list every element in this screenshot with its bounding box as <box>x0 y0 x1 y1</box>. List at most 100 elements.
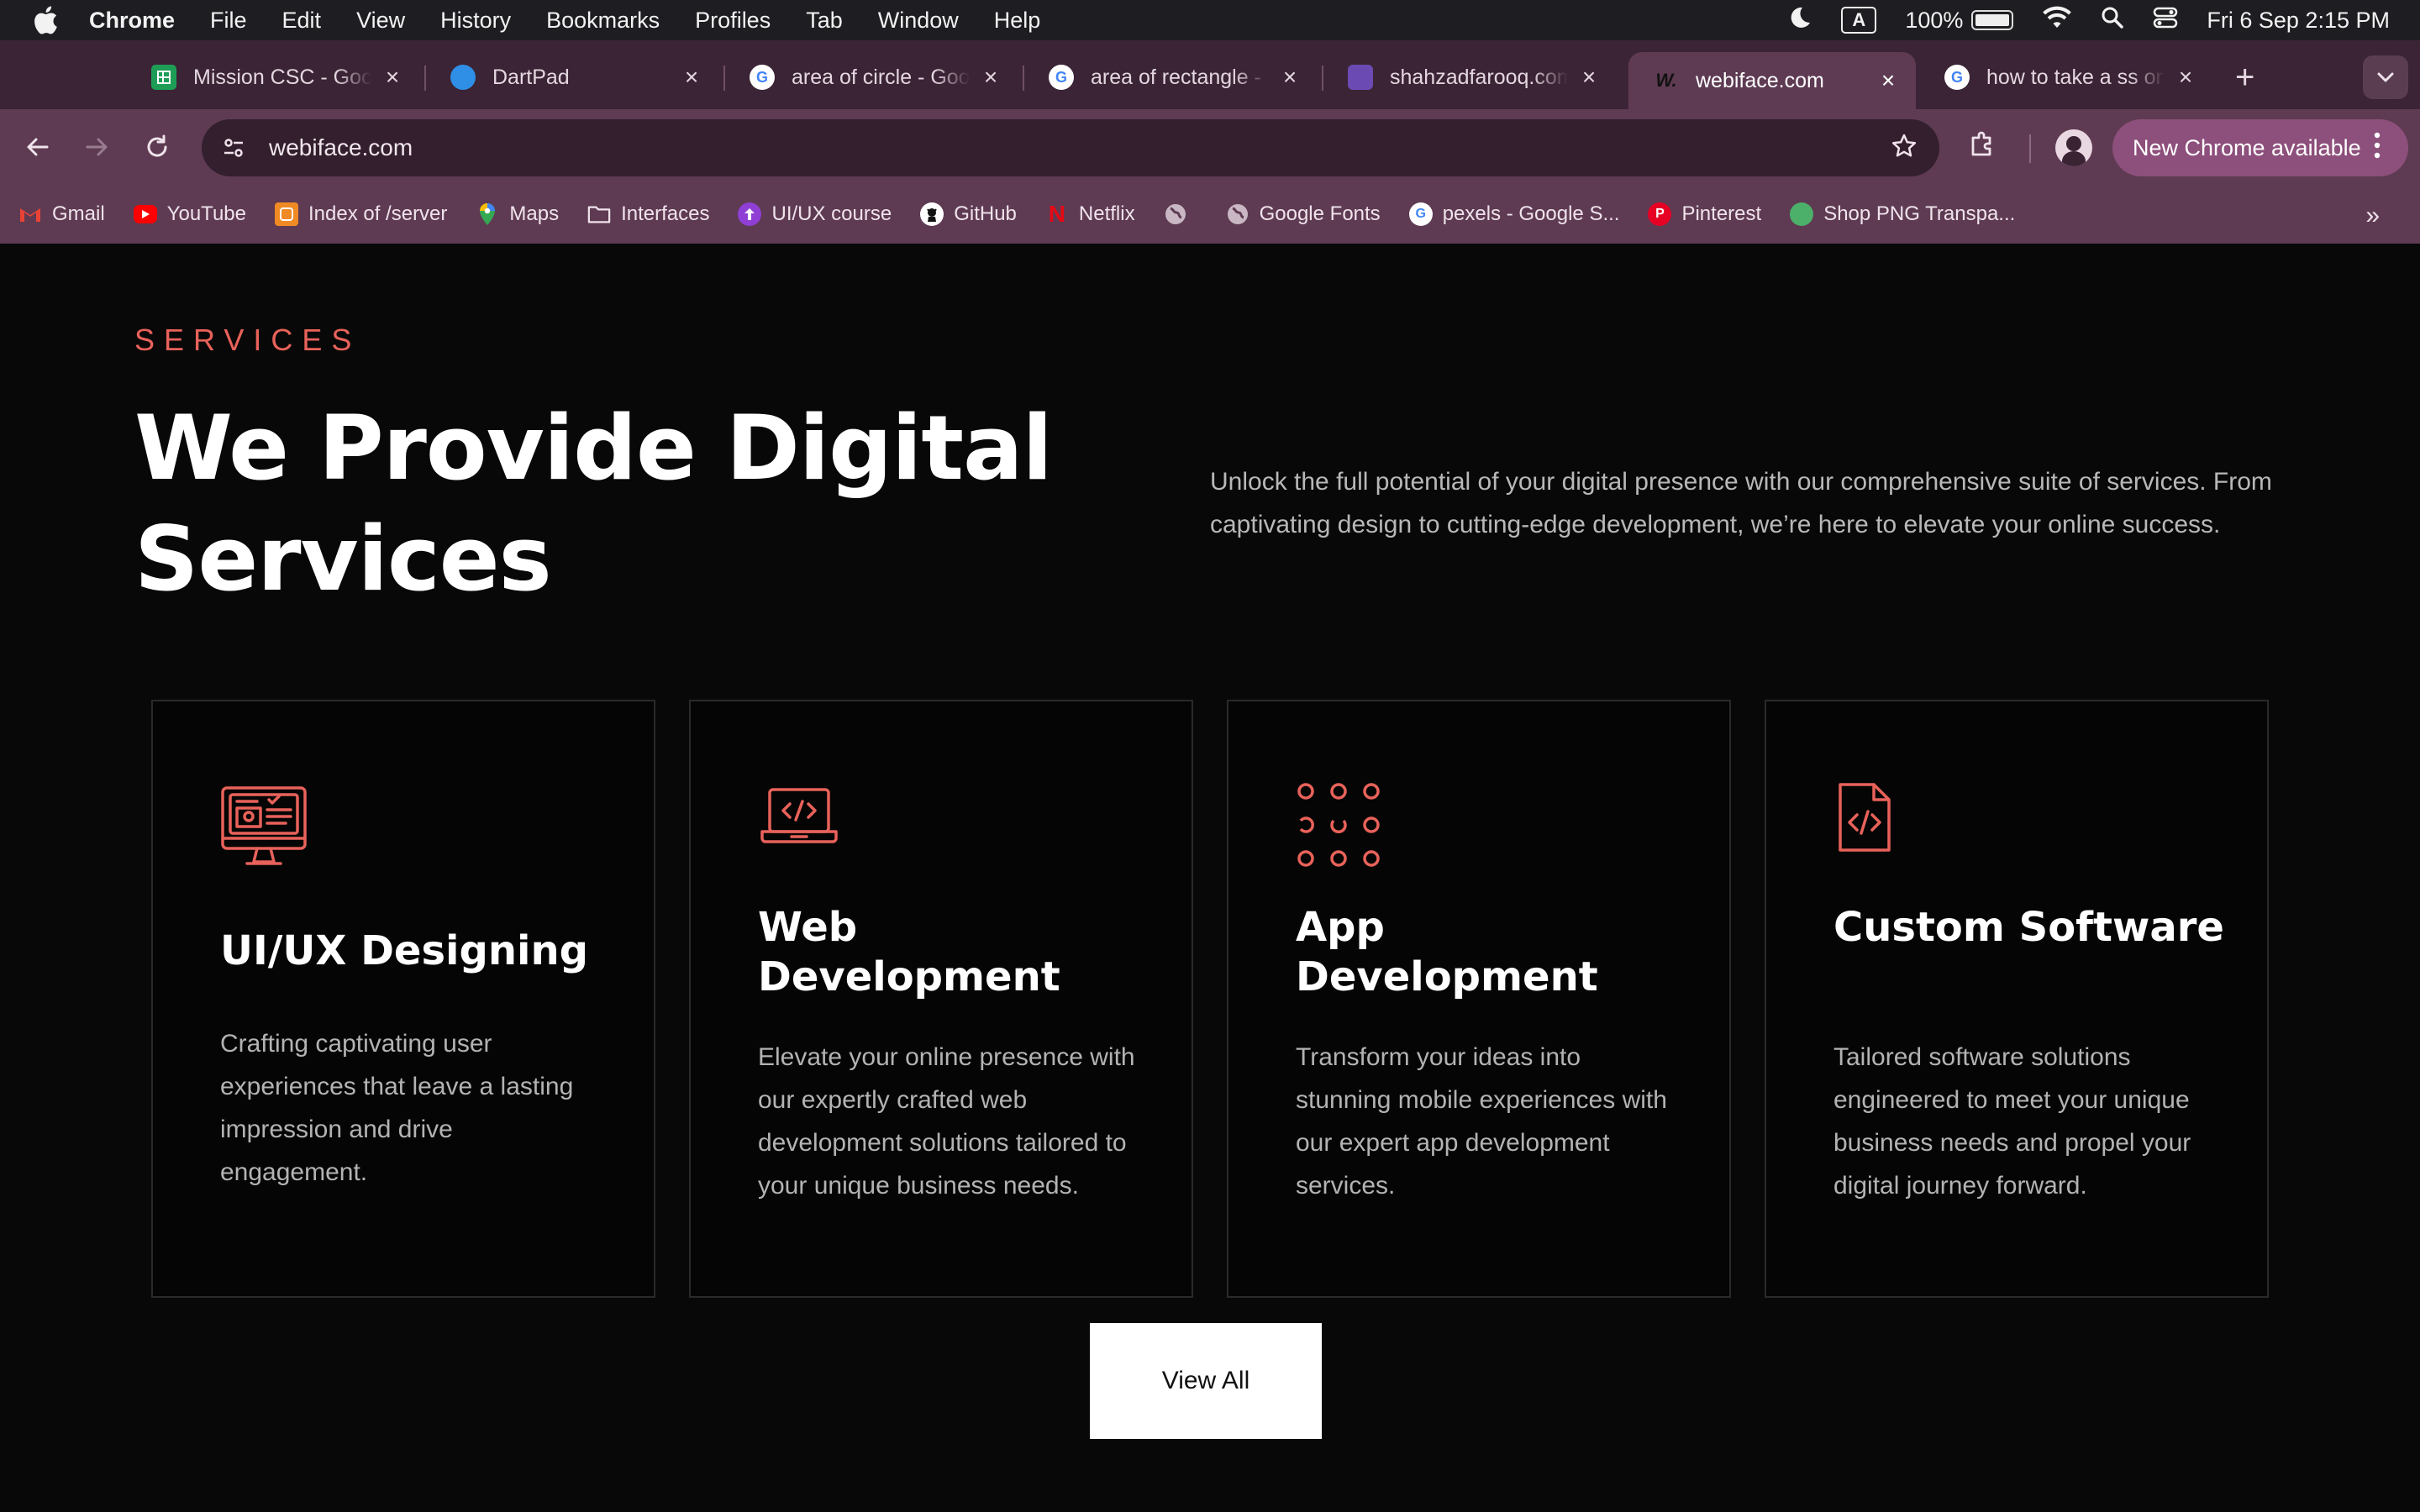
code-file-icon <box>1833 781 1926 874</box>
spotlight-search-icon[interactable] <box>2101 6 2124 35</box>
close-tab-icon[interactable]: × <box>978 64 1003 91</box>
close-tab-icon[interactable]: × <box>1277 64 1302 91</box>
macos-menu-bar: Chrome File Edit View History Bookmarks … <box>0 0 2420 40</box>
page-title: We Provide Digital Services <box>134 396 1053 611</box>
menu-history[interactable]: History <box>440 8 511 34</box>
site-icon <box>1348 65 1373 90</box>
laptop-code-icon <box>758 781 850 874</box>
bookmark-label: Index of /server <box>308 202 448 225</box>
course-icon <box>738 202 762 226</box>
bookmark-pinterest[interactable]: P Pinterest <box>1648 202 1761 226</box>
forward-button[interactable] <box>77 128 116 166</box>
bookmark-gmail[interactable]: Gmail <box>18 202 105 226</box>
menu-bookmarks[interactable]: Bookmarks <box>546 8 660 34</box>
service-title: Web Development <box>758 904 1060 1000</box>
wifi-icon[interactable] <box>2042 6 2072 35</box>
more-bookmarks-icon[interactable]: » <box>2365 202 2380 230</box>
tab-search-button[interactable] <box>2363 55 2408 99</box>
bookmark-github[interactable]: GitHub <box>920 202 1017 226</box>
github-icon <box>920 202 944 226</box>
profile-avatar[interactable] <box>2055 129 2092 166</box>
google-icon: G <box>750 65 775 90</box>
url-text[interactable]: webiface.com <box>269 134 1891 161</box>
service-card-custom-software[interactable]: Custom Software Tailored software soluti… <box>1765 700 2269 1298</box>
bookmark-label: pexels - Google S... <box>1442 202 1620 225</box>
tab-dartpad[interactable]: DartPad × <box>425 52 719 102</box>
tab-shahzadfarooq[interactable]: shahzadfarooq.com × <box>1323 52 1617 102</box>
bookmark-label: Gmail <box>52 202 105 225</box>
battery-percent: 100% <box>1905 7 1964 33</box>
menu-clock[interactable]: Fri 6 Sep 2:15 PM <box>2207 8 2390 34</box>
back-button[interactable] <box>18 128 57 166</box>
tab-how-to-take-ss[interactable]: G how to take a ss on mac × <box>1919 52 2213 102</box>
service-description: Crafting captivating user experiences th… <box>220 1030 574 1186</box>
bookmark-pexels-search[interactable]: G pexels - Google S... <box>1408 202 1620 226</box>
google-icon: G <box>1408 202 1433 226</box>
dart-icon <box>450 65 476 90</box>
service-card-web-development[interactable]: Web Development Elevate your online pres… <box>689 700 1193 1298</box>
tab-webiface[interactable]: W. webiface.com × <box>1628 52 1916 109</box>
bookmark-maps[interactable]: Maps <box>476 202 559 226</box>
tab-title: area of rectangle - Google Search <box>1091 65 1269 89</box>
menu-app-name[interactable]: Chrome <box>89 8 175 34</box>
bookmark-youtube[interactable]: YouTube <box>133 202 246 226</box>
tab-strip: Mission CSC - Google Sheets × DartPad × … <box>0 40 2420 109</box>
address-bar[interactable]: webiface.com <box>202 119 1939 176</box>
bookmark-netflix[interactable]: N Netflix <box>1045 201 1135 227</box>
tab-title: shahzadfarooq.com <box>1390 65 1568 89</box>
close-tab-icon[interactable]: × <box>1576 64 1602 91</box>
close-tab-icon[interactable]: × <box>1876 67 1901 94</box>
bookmark-shop-png[interactable]: Shop PNG Transpa... <box>1790 202 2015 226</box>
menu-tab[interactable]: Tab <box>806 8 843 34</box>
tab-mission-csc[interactable]: Mission CSC - Google Sheets × <box>126 52 420 102</box>
menu-file[interactable]: File <box>210 8 247 34</box>
new-tab-button[interactable]: + <box>2235 60 2254 94</box>
google-icon: G <box>1944 65 1970 90</box>
monitor-design-icon <box>220 781 313 874</box>
bookmark-uiux-course[interactable]: UI/UX course <box>738 202 892 226</box>
control-center-icon[interactable] <box>2153 6 2178 35</box>
site-info-icon[interactable] <box>217 131 250 165</box>
bookmark-index-of-server[interactable]: Index of /server <box>274 202 448 226</box>
bookmark-star-icon[interactable] <box>1891 133 1918 164</box>
browser-toolbar: webiface.com New Chrome available <box>0 109 2420 185</box>
app-grid-icon <box>1296 781 1388 874</box>
bookmarks-bar: Gmail YouTube Index of /server Maps Inte… <box>0 185 2420 244</box>
new-chrome-available-button[interactable]: New Chrome available <box>2112 119 2408 176</box>
new-chrome-label: New Chrome available <box>2133 134 2361 160</box>
bookmark-google-fonts[interactable]: Google Fonts <box>1226 202 1381 226</box>
chevron-down-icon <box>2377 72 2394 82</box>
tab-area-of-rectangle[interactable]: G area of rectangle - Google Search × <box>1023 52 1318 102</box>
menu-edit[interactable]: Edit <box>282 8 322 34</box>
server-icon <box>274 202 298 226</box>
input-source-icon[interactable]: A <box>1841 7 1877 34</box>
close-tab-icon[interactable]: × <box>2173 64 2198 91</box>
folder-icon <box>587 202 611 226</box>
close-tab-icon[interactable]: × <box>380 64 405 91</box>
more-menu-icon[interactable] <box>2373 131 2381 165</box>
service-card-app-development[interactable]: App Development Transform your ideas int… <box>1227 700 1731 1298</box>
toolbar-divider <box>2029 134 2031 163</box>
section-intro: Unlock the full potential of your digita… <box>1210 468 2272 538</box>
pinterest-icon: P <box>1648 202 1672 226</box>
extensions-icon[interactable] <box>1966 128 2000 165</box>
bookmark-label: Google Fonts <box>1259 202 1381 225</box>
close-tab-icon[interactable]: × <box>679 64 704 91</box>
moon-icon[interactable] <box>1787 5 1812 36</box>
reload-button[interactable] <box>138 128 176 166</box>
apple-icon[interactable] <box>30 3 60 37</box>
menu-profiles[interactable]: Profiles <box>695 8 771 34</box>
battery-status[interactable]: 100% <box>1905 7 2014 34</box>
bookmark-interfaces-folder[interactable]: Interfaces <box>587 202 709 226</box>
service-description: Elevate your online presence with our ex… <box>758 1043 1135 1200</box>
bookmark-label: Shop PNG Transpa... <box>1823 202 2016 225</box>
arrow-right-icon <box>86 138 108 156</box>
service-card-uiux[interactable]: UI/UX Designing Crafting captivating use… <box>151 700 655 1298</box>
bookmark-globe[interactable] <box>1164 202 1197 226</box>
menu-help[interactable]: Help <box>994 8 1041 34</box>
tab-area-of-circle[interactable]: G area of circle - Google Search × <box>724 52 1018 102</box>
view-all-button[interactable]: View All <box>1090 1323 1322 1439</box>
tab-title: area of circle - Google Search <box>792 65 970 89</box>
menu-view[interactable]: View <box>356 8 405 34</box>
menu-window[interactable]: Window <box>878 8 959 34</box>
